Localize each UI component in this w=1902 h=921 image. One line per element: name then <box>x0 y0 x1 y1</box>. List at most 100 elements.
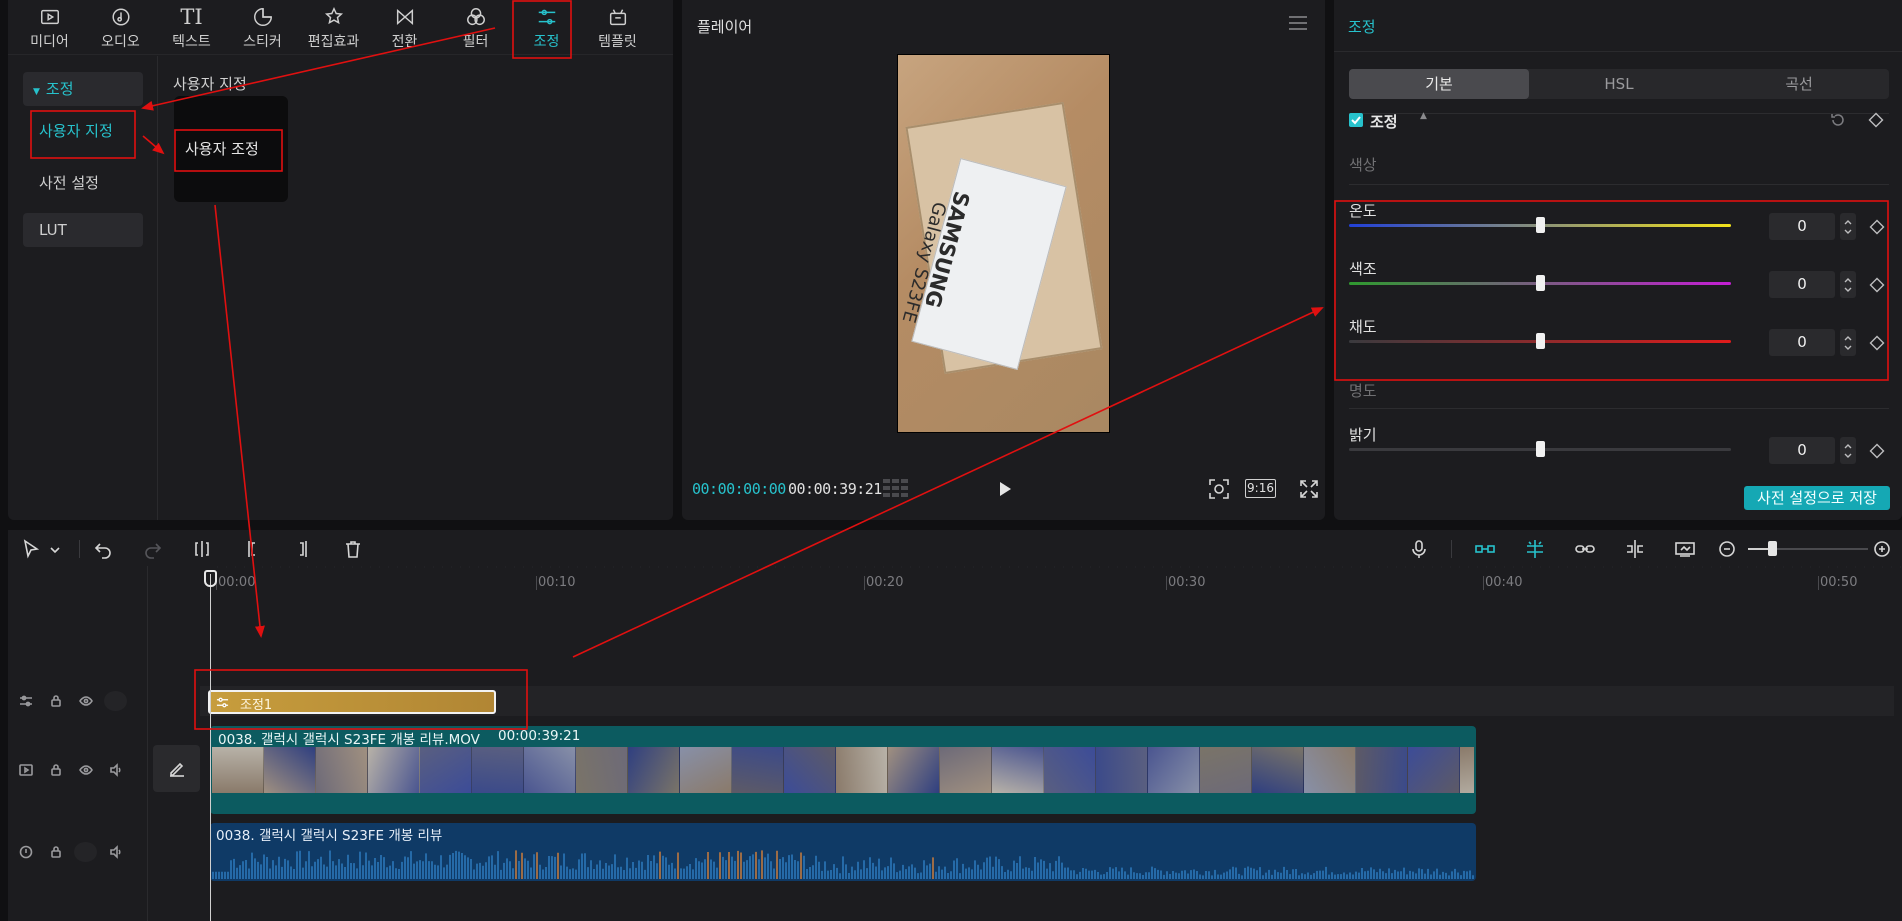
slider-temperature-value[interactable]: 0 <box>1769 213 1835 240</box>
video-clip-duration: 00:00:39:21 <box>498 728 581 744</box>
tab-filter-label: 필터 <box>462 33 489 50</box>
slider-tint-value[interactable]: 0 <box>1769 271 1835 298</box>
eye-icon[interactable] <box>74 760 97 780</box>
current-time: 00:00:00:00 <box>692 480 786 498</box>
speaker-icon[interactable] <box>104 842 127 862</box>
adjust-track-icon <box>14 691 37 711</box>
zoom-out-icon[interactable] <box>1716 538 1738 560</box>
tab-media[interactable]: 미디어 <box>14 0 85 55</box>
audio-clip[interactable]: 0038. 갤럭시 갤럭시 S23FE 개봉 리뷰 <box>210 823 1476 881</box>
video-track-icon <box>14 760 37 780</box>
tab-audio[interactable]: 오디오 <box>85 0 156 55</box>
chevron-down-icon[interactable] <box>44 538 60 560</box>
play-icon[interactable] <box>995 478 1015 500</box>
caret-up-icon[interactable]: ▲ <box>1420 111 1427 121</box>
save-preset-button[interactable]: 사전 설정으로 저장 <box>1744 486 1890 510</box>
video-thumbnail <box>1304 747 1356 793</box>
slider-brightness-thumb[interactable] <box>1536 441 1545 457</box>
keyframe-icon[interactable] <box>1868 112 1884 128</box>
zoom-slider-thumb[interactable] <box>1768 541 1777 556</box>
sidebar-item-preset[interactable]: 사전 설정 <box>23 166 143 200</box>
magnet-snap-icon[interactable] <box>1474 538 1496 560</box>
video-thumbnail <box>1252 747 1304 793</box>
tab-sticker[interactable]: 스티커 <box>227 0 298 55</box>
aspect-ratio-button[interactable]: 9:16 <box>1245 479 1276 498</box>
auto-snap-icon[interactable] <box>1524 538 1546 560</box>
stepper-icon[interactable] <box>1840 437 1856 464</box>
cover-edit-button[interactable] <box>153 745 200 792</box>
sidebar-group-adjust[interactable]: ▼ 조정 <box>23 72 143 106</box>
adjust-clip-icon <box>216 697 229 708</box>
trim-left-icon[interactable] <box>241 538 263 560</box>
stepper-icon[interactable] <box>1840 329 1856 356</box>
eye-icon[interactable] <box>74 691 97 711</box>
slider-temperature-thumb[interactable] <box>1536 217 1545 233</box>
lock-icon[interactable] <box>44 760 67 780</box>
video-thumbnail <box>1044 747 1096 793</box>
link-icon[interactable] <box>1574 538 1596 560</box>
tab-basic[interactable]: 기본 <box>1349 69 1529 99</box>
tab-template[interactable]: 템플릿 <box>582 0 653 55</box>
delete-icon[interactable] <box>342 538 364 560</box>
tab-adjust[interactable]: 조정 <box>511 0 582 55</box>
sticker-icon <box>250 5 276 29</box>
microphone-icon[interactable] <box>1408 538 1430 560</box>
undo-icon[interactable] <box>92 538 114 560</box>
select-tool-icon[interactable] <box>20 538 42 560</box>
slider-brightness-value[interactable]: 0 <box>1769 437 1835 464</box>
thumbnail-icon[interactable] <box>1674 538 1696 560</box>
stepper-icon[interactable] <box>1840 213 1856 240</box>
time-ruler[interactable]: 00:00 00:10 00:20 00:30 00:40 00:50 <box>148 566 1902 596</box>
tab-effects[interactable]: 편집효과 <box>298 0 369 55</box>
video-thumbnail <box>576 747 628 793</box>
split-icon[interactable] <box>191 538 213 560</box>
zoom-in-icon[interactable] <box>1871 538 1893 560</box>
tab-transition[interactable]: 전환 <box>369 0 440 55</box>
redo-icon[interactable] <box>142 538 164 560</box>
video-thumbnail <box>1408 747 1460 793</box>
slider-temperature-label: 온도 <box>1349 202 1377 220</box>
reset-icon[interactable] <box>1829 111 1847 129</box>
keyframe-icon[interactable] <box>1869 443 1885 459</box>
playhead[interactable] <box>210 574 211 921</box>
screenshot-icon[interactable] <box>1207 477 1231 501</box>
pencil-icon <box>169 762 184 777</box>
video-clip[interactable]: 0038. 갤럭시 갤럭시 S23FE 개봉 리뷰.MOV 00:00:39:2… <box>210 726 1476 814</box>
menu-icon[interactable] <box>1289 16 1307 30</box>
divider <box>1349 184 1889 185</box>
video-thumbnail <box>316 747 368 793</box>
lock-icon[interactable] <box>44 691 67 711</box>
video-clip-title: 0038. 갤럭시 갤럭시 S23FE 개봉 리뷰.MOV <box>218 732 480 748</box>
preview-axis-icon[interactable] <box>1624 538 1646 560</box>
tab-text-label: 텍스트 <box>172 33 211 50</box>
fullscreen-icon[interactable] <box>1298 478 1320 500</box>
slider-temperature: 온도 0 <box>1349 200 1889 246</box>
tab-filter[interactable]: 필터 <box>440 0 511 55</box>
video-thumbnails <box>212 747 1474 793</box>
slider-saturation-value[interactable]: 0 <box>1769 329 1835 356</box>
tab-hsl[interactable]: HSL <box>1529 69 1709 99</box>
video-thumbnail <box>1148 747 1200 793</box>
adjust-checkbox[interactable] <box>1349 113 1363 127</box>
stepper-icon[interactable] <box>1840 271 1856 298</box>
playhead-handle[interactable] <box>204 570 217 587</box>
lock-icon[interactable] <box>44 842 67 862</box>
trim-right-icon[interactable] <box>292 538 314 560</box>
keyframe-icon[interactable] <box>1869 277 1885 293</box>
grid-icon[interactable] <box>883 479 909 498</box>
ruler-label: 00:30 <box>1166 575 1206 590</box>
keyframe-icon[interactable] <box>1869 335 1885 351</box>
divider <box>1451 540 1452 558</box>
speaker-icon[interactable] <box>104 760 127 780</box>
tab-text[interactable]: TI 텍스트 <box>156 0 227 55</box>
audio-track-controls <box>14 842 127 862</box>
adjust-clip[interactable]: 조정1 <box>208 690 496 714</box>
keyframe-icon[interactable] <box>1869 219 1885 235</box>
sidebar-item-lut[interactable]: LUT <box>23 213 143 247</box>
timeline-toolbar <box>8 530 1902 566</box>
slider-tint-thumb[interactable] <box>1536 275 1545 291</box>
slider-saturation-thumb[interactable] <box>1536 333 1545 349</box>
sidebar-item-custom[interactable]: 사용자 지정 <box>23 114 143 148</box>
tab-curves[interactable]: 곡선 <box>1709 69 1889 99</box>
custom-section-heading: 사용자 지정 <box>173 75 247 93</box>
